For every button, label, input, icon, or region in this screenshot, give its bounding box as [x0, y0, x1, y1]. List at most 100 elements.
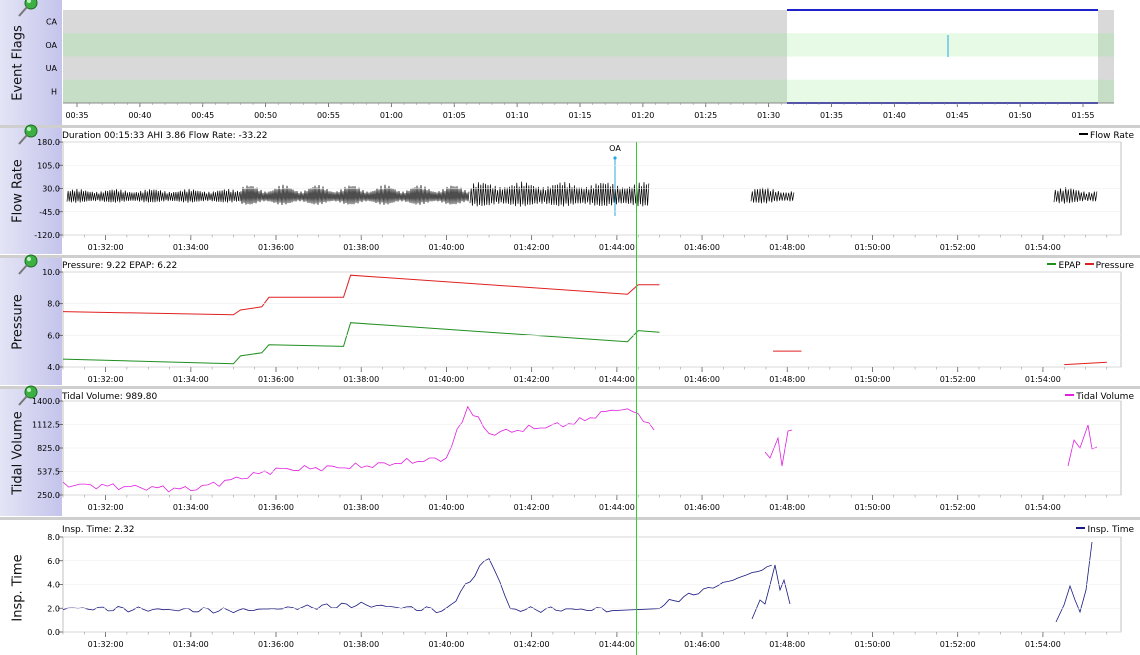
x-tick-label: 01:52:00: [940, 375, 976, 384]
x-tick-label: 01:46:00: [684, 375, 720, 384]
y-tick-label: 537.5: [37, 468, 60, 477]
x-tick-label: 01:25: [694, 111, 717, 120]
x-tick-label: 01:34:00: [173, 640, 209, 649]
flag-row-band: [1098, 33, 1114, 57]
event-flags-panel: Event Flags CA OA UA H 00:35 00:40 00:45 00:50…: [0, 0, 1140, 126]
y-tick-label: -120.0: [34, 231, 60, 240]
x-tick-label: 01:54:00: [1025, 243, 1061, 252]
x-tick-label: 01:54:00: [1025, 640, 1061, 649]
x-tick-label: 01:42:00: [514, 503, 550, 512]
x-tick-label: 01:48:00: [769, 375, 805, 384]
tidal-volume-chart[interactable]: 1400.0 1112.5 825.0 537.5 250.0 01:32:00 01:3…: [0, 389, 1140, 516]
y-tick-label: 4.0: [47, 581, 60, 590]
x-tick-label: 01:40:00: [428, 243, 464, 252]
x-tick-label: 01:32:00: [88, 640, 124, 649]
x-tick-label: 00:55: [317, 111, 340, 120]
insp-time-chart[interactable]: 8.0 6.0 4.0 2.0 0.0 01:32:00 01:34:00 01:36:00…: [0, 520, 1140, 655]
x-tick-label: 01:46:00: [684, 243, 720, 252]
x-tick-label: 01:42:00: [514, 375, 550, 384]
x-tick-label: 01:34:00: [173, 375, 209, 384]
oa-event-dot: [613, 156, 617, 160]
x-tick-label: 01:52:00: [940, 243, 976, 252]
flag-row-label: OA: [45, 41, 57, 50]
flow-rate-chart[interactable]: OA 180.0 105.0 30.0 -45.0 -120.0 01:32:00 01:…: [0, 128, 1140, 254]
x-tick-label: 01:40:00: [428, 375, 464, 384]
x-tick-label: 01:45: [946, 111, 969, 120]
y-tick-label: 1112.5: [32, 421, 60, 430]
x-tick-label: 01:55: [1071, 111, 1094, 120]
x-tick-label: 01:50:00: [855, 375, 891, 384]
x-tick-label: 01:00: [380, 111, 403, 120]
oa-event-label: OA: [609, 144, 621, 153]
flag-row-band: [63, 79, 787, 103]
x-tick-label: 01:54:00: [1025, 375, 1061, 384]
x-tick-label: 01:40:00: [428, 503, 464, 512]
y-tick-label: 8.0: [47, 533, 60, 542]
y-tick-label: 250.0: [37, 491, 60, 500]
x-tick-label: 01:32:00: [88, 503, 124, 512]
y-tick-label: 105.0: [37, 161, 60, 170]
x-tick-label: 01:30: [757, 111, 780, 120]
x-tick-label: 00:35: [65, 111, 88, 120]
x-tick-label: 01:15: [568, 111, 591, 120]
y-tick-label: 10.0: [42, 268, 60, 277]
x-tick-label: 01:32:00: [88, 375, 124, 384]
x-tick-label: 01:48:00: [769, 503, 805, 512]
x-tick-label: 01:52:00: [940, 640, 976, 649]
x-tick-label: 01:50:00: [855, 503, 891, 512]
x-tick-label: 01:38:00: [343, 375, 379, 384]
flag-row-label: CA: [46, 18, 58, 27]
y-tick-label: 6.0: [47, 331, 60, 340]
y-tick-label: 2.0: [47, 604, 60, 613]
x-tick-label: 01:50:00: [855, 243, 891, 252]
x-tick-label: 01:38:00: [343, 640, 379, 649]
flag-row-band: [63, 33, 787, 57]
x-tick-label: 01:42:00: [514, 640, 550, 649]
pressure-chart[interactable]: 10.0 8.0 6.0 4.0 01:32:00 01:34:00 01:36:00 01…: [0, 258, 1140, 385]
y-tick-label: 180.0: [37, 138, 60, 147]
time-cursor-line[interactable]: [636, 142, 637, 655]
x-tick-label: 01:36:00: [258, 640, 294, 649]
pressure-panel: Pressure Pressure: 9.22 EPAP: 6.22 EPAP P…: [0, 254, 1140, 385]
y-tick-label: 825.0: [37, 444, 60, 453]
flag-row-label: UA: [46, 64, 58, 73]
x-tick-label: 01:40:00: [428, 640, 464, 649]
x-tick-label: 01:10: [506, 111, 529, 120]
x-tick-label: 01:46:00: [684, 503, 720, 512]
x-tick-label: 00:45: [191, 111, 214, 120]
y-tick-label: 4.0: [47, 363, 60, 372]
flag-row-band: [1098, 79, 1114, 103]
y-tick-label: 1400.0: [32, 397, 60, 406]
x-tick-label: 01:36:00: [258, 503, 294, 512]
x-tick-label: 01:05: [443, 111, 466, 120]
x-tick-label: 01:32:00: [88, 243, 124, 252]
x-tick-label: 01:44:00: [599, 640, 635, 649]
x-tick-label: 00:50: [254, 111, 277, 120]
x-tick-label: 01:20: [631, 111, 654, 120]
y-tick-label: -45.0: [39, 208, 60, 217]
x-tick-label: 01:48:00: [769, 243, 805, 252]
tidal-volume-panel: Tidal Volume Tidal Volume: 989.80 Tidal …: [0, 385, 1140, 516]
flow-rate-panel: Flow Rate Duration 00:15:33 AHI 3.86 Flo…: [0, 124, 1140, 254]
y-tick-label: 0.0: [47, 628, 60, 637]
flag-row-band: [787, 79, 1098, 103]
flag-row-band: [787, 33, 1098, 57]
x-tick-label: 01:38:00: [343, 243, 379, 252]
x-tick-label: 01:52:00: [940, 503, 976, 512]
x-tick-label: 01:44:00: [599, 503, 635, 512]
event-flags-chart[interactable]: CA OA UA H 00:35 00:40 00:45 00:50 00:55 01:00 01…: [0, 0, 1140, 126]
x-tick-label: 01:34:00: [173, 503, 209, 512]
x-tick-label: 01:54:00: [1025, 503, 1061, 512]
x-tick-label: 01:36:00: [258, 243, 294, 252]
x-tick-label: 01:34:00: [173, 243, 209, 252]
x-tick-label: 01:50: [1009, 111, 1032, 120]
x-tick-label: 01:44:00: [599, 375, 635, 384]
y-tick-label: 6.0: [47, 557, 60, 566]
x-tick-label: 01:44:00: [599, 243, 635, 252]
x-tick-label: 01:42:00: [514, 243, 550, 252]
x-tick-label: 01:50:00: [855, 640, 891, 649]
y-tick-label: 8.0: [47, 300, 60, 309]
x-tick-label: 00:40: [128, 111, 151, 120]
x-tick-label: 01:35: [820, 111, 843, 120]
flag-row-label: H: [51, 87, 57, 96]
